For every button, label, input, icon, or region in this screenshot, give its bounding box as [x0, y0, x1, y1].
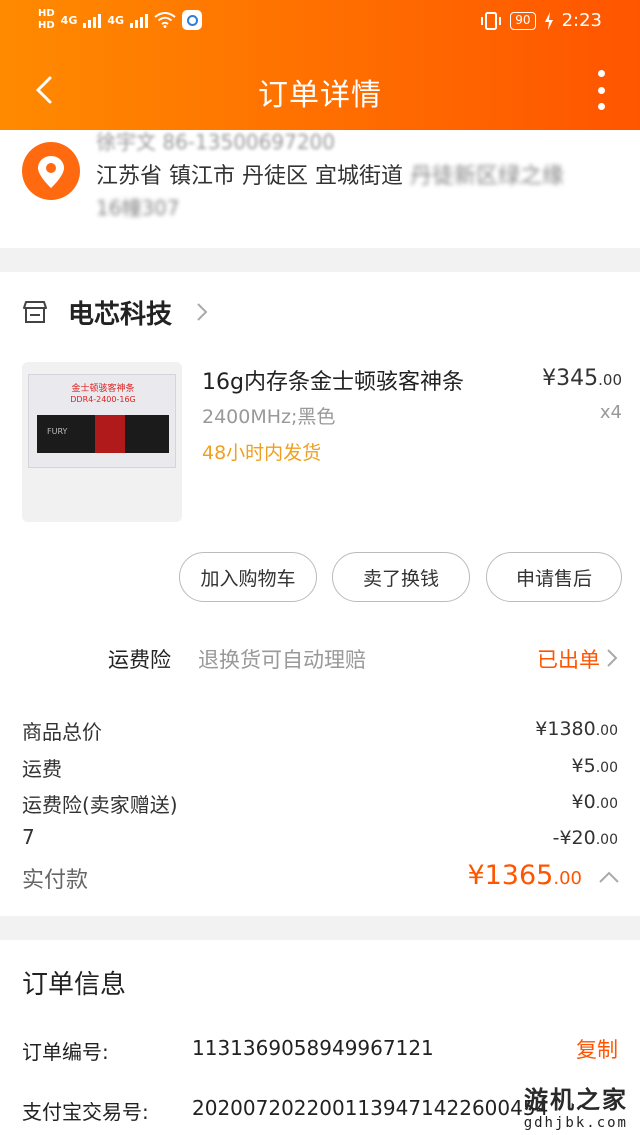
hd-indicator: HD HD — [38, 8, 55, 32]
location-pin-icon — [22, 142, 80, 200]
watermark-url: gdhjbk.com — [523, 1115, 628, 1131]
package-title: 金士顿骇客神条 — [71, 384, 135, 394]
summary-int: ¥0 — [571, 791, 596, 813]
hd-label-2: HD — [38, 20, 55, 31]
summary-dec: .00 — [595, 723, 618, 739]
package-model: DDR4-2400-16G — [70, 395, 136, 404]
summary-value: ¥0.00 — [572, 791, 618, 813]
network-label-1: 4G — [60, 13, 78, 27]
summary-int: ¥5 — [571, 755, 596, 777]
summary-dec: .00 — [595, 832, 618, 848]
watermark: 游机之家 gdhjbk.com — [524, 1080, 628, 1131]
summary-label: 商品总价 — [22, 720, 102, 744]
summary-label: 7 — [22, 825, 35, 849]
product-image[interactable]: 金士顿骇客神条 DDR4-2400-16G FURY — [22, 362, 182, 522]
product-spec: 2400MHz;黑色 — [202, 406, 336, 428]
product-price: ¥345.00 — [542, 366, 622, 391]
resell-button[interactable]: 卖了换钱 — [332, 552, 470, 602]
more-dot-icon — [597, 70, 605, 77]
status-bar: HD HD 4G 4G 90 2:23 — [0, 0, 640, 46]
nav-bar: 订单详情 — [0, 62, 640, 118]
clock: 2:23 — [561, 10, 602, 31]
price-dec: .00 — [598, 371, 622, 389]
ram-label: FURY — [47, 427, 68, 436]
address-region: 江苏省 镇江市 丹徒区 宜城街道 — [96, 164, 403, 189]
summary-int: -¥20 — [552, 827, 596, 849]
summary-label: 运费险(卖家赠送) — [22, 793, 178, 817]
more-button[interactable] — [596, 70, 606, 110]
app-notification-icon — [182, 10, 203, 30]
copy-button[interactable]: 复制 — [576, 1034, 618, 1064]
summary-value: ¥5.00 — [572, 755, 618, 777]
product-package: 金士顿骇客神条 DDR4-2400-16G FURY — [28, 374, 176, 468]
hd-label-1: HD — [38, 8, 55, 19]
order-number: 1131369058949967121 — [192, 1036, 434, 1060]
alipay-number-label: 支付宝交易号: — [22, 1100, 149, 1124]
alipay-number: 2020072022001139471422600454 — [192, 1096, 549, 1120]
address-street-blurred: 丹徒新区绿之缘 — [409, 164, 564, 189]
battery-icon: 90 — [510, 11, 536, 30]
summary-value: ¥1380.00 — [535, 718, 618, 740]
price-int: ¥345 — [542, 366, 599, 391]
status-left: HD HD 4G 4G — [38, 8, 203, 32]
summary-int: ¥1380 — [535, 718, 596, 740]
add-to-cart-button[interactable]: 加入购物车 — [179, 552, 317, 602]
chevron-right-icon[interactable] — [196, 302, 208, 322]
shipping-note: 48小时内发货 — [202, 442, 322, 464]
summary-dec: .00 — [595, 796, 618, 812]
insurance-status[interactable]: 已出单 — [537, 644, 600, 674]
summary-value: -¥20.00 — [553, 827, 618, 849]
store-name[interactable]: 电芯科技 — [68, 294, 172, 331]
charging-icon — [544, 11, 553, 30]
insurance-desc: 退换货可自动理赔 — [198, 648, 366, 672]
product-quantity: x4 — [599, 402, 622, 423]
order-number-label: 订单编号: — [22, 1040, 109, 1064]
more-dot-icon — [597, 103, 605, 110]
summary-label: 运费 — [22, 757, 62, 781]
chevron-right-icon[interactable] — [606, 648, 618, 668]
ram-red-band — [95, 415, 125, 453]
vibrate-icon — [481, 11, 502, 30]
recipient-name-blurred: 徐宇文 86-13500697200 — [96, 130, 335, 154]
store-icon — [23, 301, 47, 323]
watermark-title: 游机之家 — [524, 1086, 628, 1114]
insurance-label: 运费险 — [108, 648, 171, 672]
after-sale-button[interactable]: 申请售后 — [486, 552, 622, 602]
page-title: 订单详情 — [258, 78, 382, 113]
app-header: HD HD 4G 4G 90 2:23 订单详情 — [0, 0, 640, 130]
signal-icon-2 — [130, 12, 149, 28]
signal-icon-1 — [83, 12, 102, 28]
address-card[interactable]: 徐宇文 86-13500697200 江苏省 镇江市 丹徒区 宜城街道 丹徒新区… — [0, 130, 640, 248]
order-info-heading: 订单信息 — [22, 970, 127, 1000]
network-label-2: 4G — [107, 13, 125, 27]
total-dec: .00 — [553, 868, 582, 889]
summary-dec: .00 — [595, 760, 618, 776]
more-dot-icon — [597, 86, 605, 94]
chevron-up-icon[interactable] — [598, 870, 620, 884]
status-right: 90 2:23 — [480, 10, 602, 31]
address-line-2-blurred: 16幢307 — [96, 196, 180, 220]
ram-stick: FURY — [37, 415, 169, 453]
shop-order-card: 电芯科技 金士顿骇客神条 DDR4-2400-16G FURY 16g内存条金士… — [0, 272, 640, 916]
total-label: 实付款 — [22, 868, 89, 893]
wifi-icon — [154, 12, 176, 28]
total-int: ¥1365 — [467, 860, 554, 891]
address-line-1: 江苏省 镇江市 丹徒区 宜城街道 丹徒新区绿之缘 — [96, 158, 564, 190]
total-value: ¥1365.00 — [467, 860, 582, 891]
product-name[interactable]: 16g内存条金士顿骇客神条 — [202, 364, 464, 396]
